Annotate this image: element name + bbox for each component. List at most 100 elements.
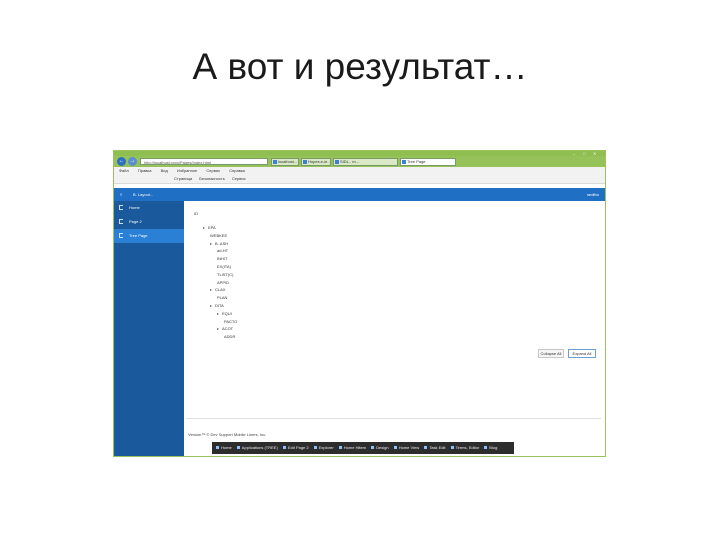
sidebar-item-page2[interactable]: Page 2 bbox=[114, 215, 184, 229]
footer-text: Version™ © Dev Support Mobile Liners, In… bbox=[188, 432, 267, 437]
taskbar-item[interactable]: Explorer bbox=[313, 442, 334, 454]
expand-toggle-icon[interactable]: ▸ bbox=[217, 326, 219, 331]
taskbar-item[interactable]: Design bbox=[371, 442, 389, 454]
page-icon bbox=[119, 233, 123, 238]
taskbar-item[interactable]: Home bbox=[216, 442, 232, 454]
tree-node-label: EX(ITA) bbox=[217, 264, 231, 269]
tree-node[interactable]: ▸ EPA bbox=[203, 225, 216, 230]
tree-node[interactable]: ADDR bbox=[224, 334, 235, 339]
tree-node[interactable]: EX(ITA) bbox=[217, 264, 231, 269]
expand-toggle-icon[interactable]: ▸ bbox=[210, 303, 212, 308]
tree-node[interactable]: PLAN bbox=[217, 295, 227, 300]
tree-node-label: PLAN bbox=[217, 295, 228, 301]
app-icon bbox=[484, 446, 488, 450]
main-content: ID ▸ EPA WEBKEE ▸ B..ASH ad-HT INHIT EX(ITA) TLIS… bbox=[186, 201, 603, 456]
app-icon bbox=[371, 446, 375, 450]
expand-toggle-icon[interactable]: ▸ bbox=[210, 287, 212, 292]
sidebar-item-label: Home bbox=[129, 205, 140, 210]
tree-node[interactable]: INHIT bbox=[217, 256, 227, 261]
tab-1[interactable]: localhost... bbox=[271, 158, 299, 166]
back-button[interactable]: ← bbox=[117, 157, 126, 166]
collapse-all-button[interactable]: Collapse All bbox=[538, 349, 564, 358]
menu-tools[interactable]: Сервис bbox=[206, 168, 220, 173]
taskbar-item[interactable]: Blog bbox=[484, 442, 497, 454]
tree-panel: ID ▸ EPA WEBKEE ▸ B..ASH ad-HT INHIT EX(ITA) TLIS… bbox=[186, 205, 601, 419]
sidebar-item-tree-page[interactable]: Tree Page bbox=[114, 229, 184, 243]
tree-node-label: ad-HT bbox=[217, 248, 229, 254]
expand-toggle-icon[interactable]: ▸ bbox=[203, 225, 205, 230]
tab-label: localhost... bbox=[278, 159, 298, 164]
expand-toggle-icon[interactable]: ▸ bbox=[217, 311, 219, 316]
app-icon bbox=[216, 446, 219, 450]
taskbar-item[interactable]: Edit Page 2 bbox=[282, 442, 309, 454]
tree-node-label: ADDR bbox=[224, 334, 236, 340]
tree-node[interactable]: PACTO bbox=[224, 319, 237, 324]
app-icon bbox=[236, 446, 240, 450]
tree-node[interactable]: ▸ DITA bbox=[210, 303, 224, 308]
tree-node-label: TLIST(C) bbox=[217, 271, 234, 277]
tree-node[interactable]: ▸ CLAX bbox=[210, 287, 225, 292]
app-icon bbox=[424, 446, 428, 450]
tab-2[interactable]: Hopes.e-ie... bbox=[301, 158, 331, 166]
tree-node-label: B..ASH bbox=[215, 240, 229, 246]
sidebar-item-label: Tree Page bbox=[129, 233, 148, 238]
forward-button[interactable]: → bbox=[128, 157, 137, 166]
tree-node[interactable]: ID bbox=[194, 211, 198, 216]
app-icon bbox=[282, 446, 286, 450]
browser-screenshot: – □ ✕ ← → http://localhost:xxxx/Pages/In… bbox=[114, 151, 605, 456]
tree-node[interactable]: ▸ EQUI bbox=[217, 311, 232, 316]
menu-favorites[interactable]: Избранное bbox=[177, 168, 197, 173]
app-title: B. Layout... bbox=[133, 192, 154, 197]
taskbar-item[interactable]: Home View bbox=[393, 442, 419, 454]
page-icon bbox=[335, 160, 339, 164]
sidebar: Home Page 2 Tree Page bbox=[114, 201, 184, 456]
menu-file[interactable]: Файл bbox=[119, 168, 129, 173]
taskbar-item[interactable]: Applications (TREE) bbox=[236, 442, 278, 454]
tree-node[interactable]: WEBKEE bbox=[210, 233, 227, 238]
slide-title: А вот и результат… bbox=[192, 46, 528, 87]
tree-node-label: PACTO bbox=[224, 318, 238, 324]
menu-icon[interactable]: ≡ bbox=[120, 188, 122, 201]
menu-view[interactable]: Вид bbox=[161, 168, 168, 173]
header-right-link[interactable]: sedfbo bbox=[587, 188, 599, 201]
address-bar-row: ← → http://localhost:xxxx/Pages/Index.ht… bbox=[114, 156, 605, 167]
app-icon bbox=[313, 446, 317, 450]
sidebar-item-label: Page 2 bbox=[129, 219, 142, 224]
menu-edit[interactable]: Правка bbox=[138, 168, 152, 173]
tree-node-label: WEBKEE bbox=[210, 232, 228, 238]
command-tools[interactable]: Сервис bbox=[232, 176, 246, 181]
tree-node-label: EPA bbox=[208, 225, 216, 230]
page-icon bbox=[303, 160, 307, 164]
app-icon bbox=[393, 446, 397, 450]
tree-node-label: ACOT bbox=[222, 326, 234, 332]
tab-label: Tree Page bbox=[407, 159, 426, 164]
tree-node-label: CLAX bbox=[215, 287, 226, 293]
menu-help[interactable]: Справка bbox=[229, 168, 245, 173]
tree-node[interactable]: APPID bbox=[217, 280, 229, 285]
tree-node[interactable]: ▸ B..ASH bbox=[210, 241, 228, 246]
tree-node-label: DITA bbox=[215, 303, 224, 308]
tab-label: SIDL.. m... bbox=[340, 159, 359, 164]
taskbar: Home Applications (TREE) Edit Page 2 Exp… bbox=[212, 442, 514, 454]
tab-3[interactable]: SIDL.. m... bbox=[333, 158, 398, 166]
taskbar-item[interactable]: Task Edit bbox=[424, 442, 445, 454]
expand-toggle-icon[interactable]: ▸ bbox=[210, 241, 212, 246]
tree-node[interactable]: ▸ ACOT bbox=[217, 326, 233, 331]
taskbar-item[interactable]: Terms, Editor bbox=[450, 442, 479, 454]
page-icon bbox=[119, 205, 123, 210]
command-bar: Страница Безопасность Сервис bbox=[114, 174, 605, 184]
tree-node[interactable]: TLIST(C) bbox=[217, 272, 233, 277]
tree-node-label: APPID bbox=[217, 279, 230, 285]
taskbar-item[interactable]: Home Hitem bbox=[338, 442, 366, 454]
tree-node-label: INHIT bbox=[217, 256, 228, 262]
tree-node-label: EQUI bbox=[222, 310, 232, 316]
expand-all-button[interactable]: Expand All bbox=[568, 349, 596, 358]
tree-node[interactable]: ad-HT bbox=[217, 248, 228, 253]
sidebar-item-home[interactable]: Home bbox=[114, 201, 184, 215]
address-input[interactable]: http://localhost:xxxx/Pages/Index.html bbox=[140, 158, 268, 165]
tab-tree-page[interactable]: Tree Page bbox=[400, 158, 456, 166]
page-icon bbox=[273, 160, 277, 164]
page-icon bbox=[402, 160, 406, 164]
command-page[interactable]: Страница bbox=[174, 176, 192, 181]
command-safety[interactable]: Безопасность bbox=[199, 176, 225, 181]
